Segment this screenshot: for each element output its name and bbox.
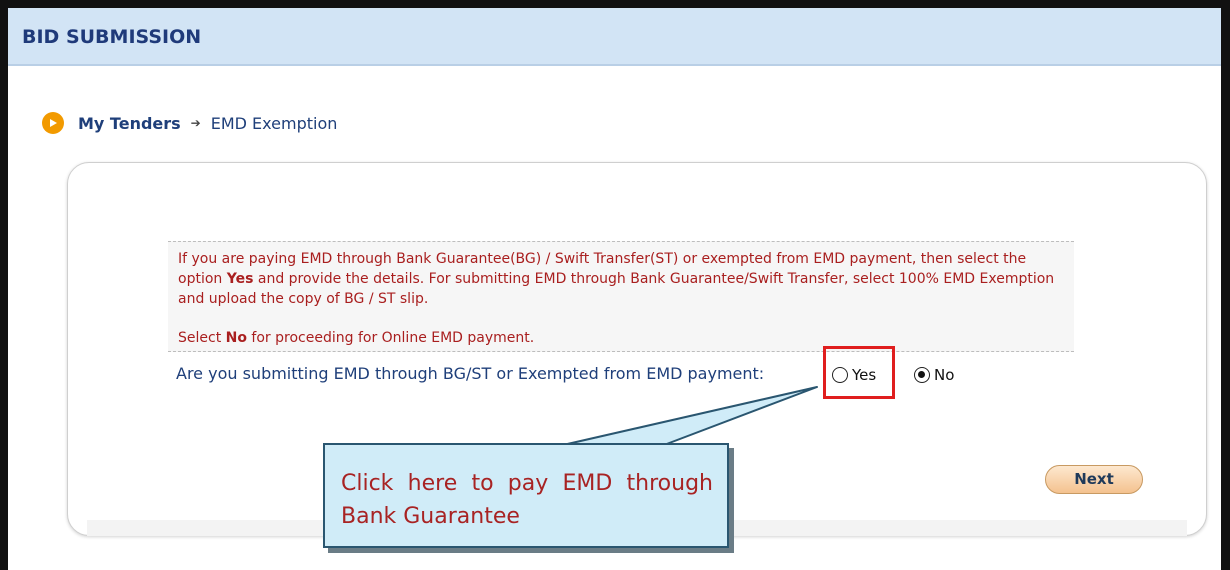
callout-box: Click here to pay EMD through Bank Guara… bbox=[323, 443, 729, 548]
callout-text: Click here to pay EMD through Bank Guara… bbox=[341, 471, 713, 529]
